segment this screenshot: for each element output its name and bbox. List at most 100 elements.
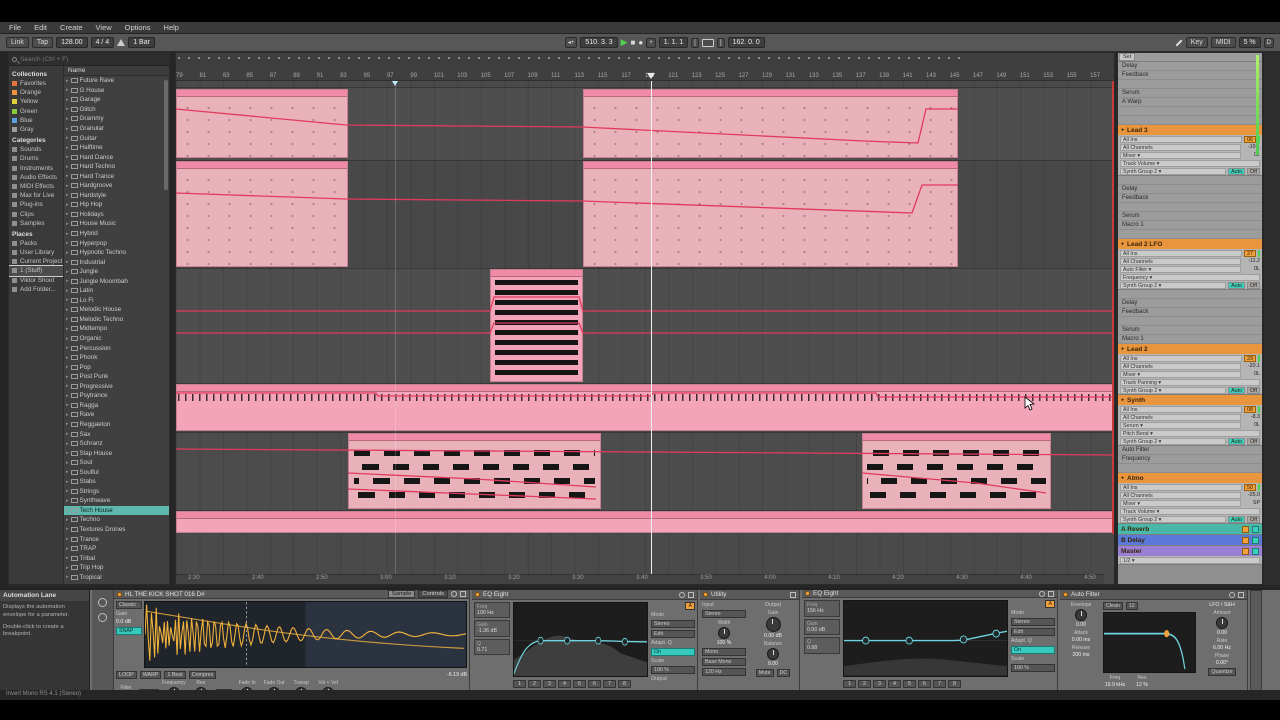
collapsed-device[interactable]: [1250, 590, 1262, 692]
expand-icon[interactable]: [1238, 591, 1244, 598]
folder-item[interactable]: ▸ Melodic Techno: [64, 315, 169, 325]
folder-item[interactable]: ▸ Progressive: [64, 382, 169, 392]
track-chip[interactable]: [1242, 536, 1249, 544]
device-chooser[interactable]: Auto Filter ▾: [1120, 265, 1241, 273]
eq-band-button[interactable]: 1: [513, 680, 526, 688]
automation-sublane-label[interactable]: [1118, 230, 1262, 239]
input-type-chooser[interactable]: All Ins: [1120, 483, 1242, 491]
tempo-field[interactable]: 128.00: [56, 37, 88, 48]
set-button[interactable]: Set: [1119, 53, 1136, 61]
band-q-field[interactable]: Q 0.88: [804, 637, 840, 654]
automation-sublane-label[interactable]: Auto Filter: [1118, 446, 1262, 455]
track-name[interactable]: ● Lead 3: [1118, 125, 1262, 135]
eq-band-button[interactable]: 5: [903, 680, 916, 688]
collection-item[interactable]: Yellow: [9, 97, 63, 106]
snap-chip[interactable]: SNAP: [116, 627, 142, 635]
menu-item[interactable]: Options: [125, 23, 151, 32]
folder-item[interactable]: ▸ Guitar: [64, 133, 169, 143]
automation-on-chip[interactable]: Auto: [1228, 515, 1246, 523]
folder-item[interactable]: ▸ Psytrance: [64, 391, 169, 401]
eq-band-button[interactable]: 5: [573, 680, 586, 688]
folder-item[interactable]: ▸ Soul: [64, 458, 169, 468]
filter-type-chooser[interactable]: Clean: [1103, 602, 1123, 610]
automation-sublane-label[interactable]: [1118, 116, 1262, 125]
folder-item[interactable]: ▸ Latin: [64, 286, 169, 296]
volume-value[interactable]: -11.2: [1243, 258, 1260, 264]
playhead[interactable]: [651, 81, 652, 576]
device-chooser[interactable]: Mixer ▾: [1120, 370, 1241, 378]
browser-search[interactable]: [9, 53, 169, 66]
device-chooser[interactable]: Serum ▾: [1120, 421, 1241, 429]
track-name[interactable]: ● Atmo: [1118, 473, 1262, 483]
collection-item[interactable]: Orange: [9, 88, 63, 97]
category-item[interactable]: Samples: [9, 219, 63, 228]
track-chip[interactable]: [1242, 547, 1249, 555]
folder-item[interactable]: ▸ Lo Fi: [64, 296, 169, 306]
automation-sublane-label[interactable]: Macro 1: [1118, 335, 1262, 344]
folder-item[interactable]: ▸ Jungle: [64, 267, 169, 277]
place-item[interactable]: Viktor Shoot: [9, 276, 63, 285]
midi-map-button[interactable]: MIDI: [1210, 37, 1236, 48]
pan-value[interactable]: SP: [1243, 500, 1260, 506]
folder-item[interactable]: ▸ Midtempo: [64, 324, 169, 334]
automation-off-chip[interactable]: Off: [1247, 515, 1260, 523]
category-item[interactable]: Instruments: [9, 164, 63, 173]
collection-item[interactable]: Green: [9, 107, 63, 116]
automation-on-chip[interactable]: Auto: [1228, 386, 1246, 394]
key-map-button[interactable]: Key: [1185, 37, 1208, 48]
folder-item[interactable]: ▸ Stabs: [64, 477, 169, 487]
folder-item[interactable]: ▸ Hard Techno: [64, 162, 169, 172]
sample-title-bar[interactable]: HL THE KICK SHOT 016 D# Sample Controls: [114, 590, 469, 599]
folder-item[interactable]: ▸ TRAP: [64, 544, 169, 554]
amount-knob[interactable]: [1216, 617, 1228, 629]
automation-off-chip[interactable]: Off: [1247, 437, 1260, 445]
punch-out-button[interactable]: ]: [716, 37, 725, 48]
folder-item[interactable]: ▸ Hardgroove: [64, 181, 169, 191]
collection-item[interactable]: Gray: [9, 125, 63, 134]
automation-sublane-label[interactable]: Serum: [1118, 212, 1262, 221]
automation-sublane-label[interactable]: [1118, 290, 1262, 299]
category-item[interactable]: Sounds: [9, 145, 63, 154]
gain-value[interactable]: 0.0 dB: [116, 619, 142, 625]
track-header[interactable]: ● Lead 2 LFO All Ins 27 All Channels -11.2 Aut…: [1118, 239, 1262, 290]
parameter-chooser[interactable]: Track Volume ▾: [1120, 159, 1260, 167]
punch-in-button[interactable]: [: [691, 37, 699, 48]
input-type-chooser[interactable]: All Ins: [1120, 249, 1242, 257]
filter-display[interactable]: [1103, 612, 1196, 673]
menu-item[interactable]: View: [96, 23, 112, 32]
clip-title-bar[interactable]: [349, 434, 600, 441]
clip-title-bar[interactable]: [177, 385, 1112, 392]
automation-sublane-label[interactable]: Delay: [1118, 62, 1262, 71]
warp-mode-chooser[interactable]: Compres: [188, 670, 217, 679]
volume-value[interactable]: -25.0: [1243, 492, 1260, 498]
folder-item[interactable]: ▸ Halftime: [64, 143, 169, 153]
folder-item[interactable]: ▸ Garage: [64, 95, 169, 105]
mode-chooser[interactable]: Stereo: [1011, 618, 1055, 627]
place-item[interactable]: User Library: [9, 248, 63, 257]
clip[interactable]: [176, 161, 348, 267]
envelope-knob[interactable]: [1075, 609, 1087, 621]
clip-title-bar[interactable]: [177, 512, 1112, 519]
clip[interactable]: [176, 511, 1113, 533]
stop-button[interactable]: ■: [631, 38, 636, 47]
track-header[interactable]: ● Lead 2 All Ins 29 All Channels -20.1 Mixer ▾…: [1118, 344, 1262, 395]
folder-item[interactable]: ▸ Grammy: [64, 114, 169, 124]
automation-sublane-label[interactable]: Feedback: [1118, 71, 1262, 80]
category-item[interactable]: Clips: [9, 209, 63, 218]
folder-item[interactable]: ▸ Hip Hop: [64, 200, 169, 210]
scale-field[interactable]: 100 %: [1011, 664, 1055, 673]
balance-knob[interactable]: [767, 648, 779, 660]
loop-start-field[interactable]: 1. 1. 1: [658, 37, 689, 48]
band-gain-field[interactable]: Gain -1.36 dB: [474, 620, 510, 637]
collection-item[interactable]: Blue: [9, 116, 63, 125]
group-chooser[interactable]: Synth Group 2 ▾: [1120, 515, 1227, 523]
folder-item[interactable]: ▸ Hard Trance: [64, 171, 169, 181]
automation-sublane-label[interactable]: Frequency: [1118, 455, 1262, 464]
band-gain-field[interactable]: Gain 0.00 dB: [804, 618, 840, 636]
gain-knob[interactable]: [765, 617, 781, 632]
loop-length-field[interactable]: 162. 0. 0: [727, 37, 765, 48]
automation-sublane-label[interactable]: [1118, 464, 1262, 473]
send-value-chip[interactable]: 08: [1244, 405, 1256, 413]
draw-mode-icon[interactable]: [1175, 38, 1183, 47]
return-track-header[interactable]: A Reverb: [1118, 524, 1262, 535]
